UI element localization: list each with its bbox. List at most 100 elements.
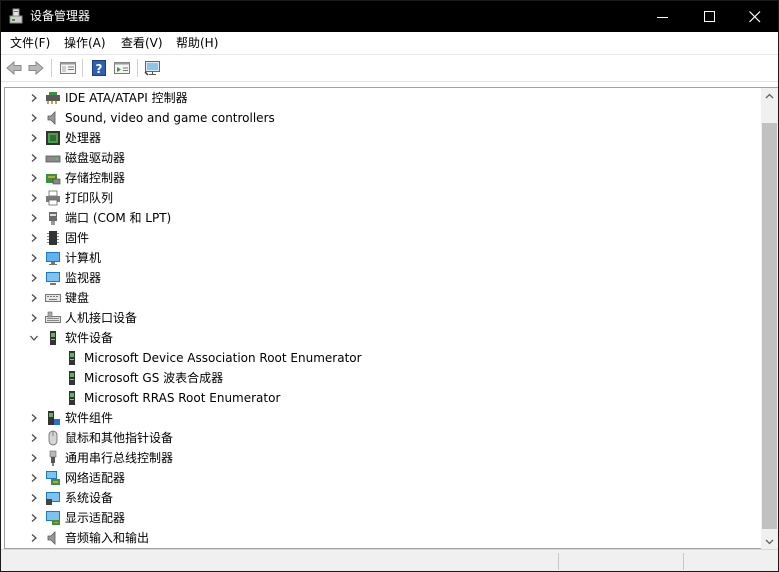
tree-item-firmware[interactable]: 固件 xyxy=(5,228,762,248)
tree-item-ide[interactable]: IDE ATA/ATAPI 控制器 xyxy=(5,88,762,108)
tree-item-audio-io[interactable]: 音频输入和输出 xyxy=(5,528,762,548)
chevron-right-icon[interactable] xyxy=(29,253,39,263)
chevron-up-icon xyxy=(765,93,774,99)
menu-view[interactable]: 查看(V) xyxy=(121,35,163,51)
audio-icon xyxy=(47,531,56,545)
tree-item-label: Microsoft RRAS Root Enumerator xyxy=(84,391,281,405)
mouse-icon xyxy=(48,430,58,446)
chevron-right-icon[interactable] xyxy=(29,513,39,523)
chevron-right-icon[interactable] xyxy=(29,313,39,323)
tree-item-label: Sound, video and game controllers xyxy=(65,111,275,125)
device-manager-icon xyxy=(8,8,24,24)
status-bar xyxy=(1,549,778,571)
chevron-right-icon[interactable] xyxy=(29,273,39,283)
tree-item-label: 端口 (COM 和 LPT) xyxy=(65,211,172,225)
tree-item-label: 固件 xyxy=(65,231,90,245)
window-title: 设备管理器 xyxy=(30,9,91,23)
back-button[interactable] xyxy=(5,59,23,77)
chevron-right-icon[interactable] xyxy=(29,433,39,443)
menu-help[interactable]: 帮助(H) xyxy=(176,35,218,51)
speaker-icon xyxy=(47,111,56,125)
chevron-right-icon[interactable] xyxy=(29,493,39,503)
disk-drive-icon xyxy=(45,155,61,163)
tree-item-label: 键盘 xyxy=(65,291,90,305)
tree-item-software-devices[interactable]: 软件设备 xyxy=(5,328,762,348)
minimize-icon xyxy=(657,17,668,18)
maximize-icon xyxy=(704,11,715,22)
update-driver-button[interactable] xyxy=(113,59,131,77)
chevron-right-icon[interactable] xyxy=(29,213,39,223)
chevron-right-icon[interactable] xyxy=(29,173,39,183)
computer-icon xyxy=(46,252,60,265)
tree-item-usb[interactable]: 通用串行总线控制器 xyxy=(5,448,762,468)
forward-arrow-icon xyxy=(28,60,44,76)
chevron-right-icon[interactable] xyxy=(29,293,39,303)
update-driver-icon xyxy=(114,62,130,74)
chevron-right-icon[interactable] xyxy=(29,113,39,123)
processor-icon xyxy=(46,131,60,145)
firmware-icon xyxy=(47,231,59,245)
properties-button[interactable] xyxy=(59,59,77,77)
tree-item-computer[interactable]: 计算机 xyxy=(5,248,762,268)
tree-item-keyboards[interactable]: 键盘 xyxy=(5,288,762,308)
hid-icon xyxy=(45,311,61,323)
tree-item-ports[interactable]: 端口 (COM 和 LPT) xyxy=(5,208,762,228)
display-adapter-icon xyxy=(46,511,60,525)
vertical-scrollbar[interactable] xyxy=(761,87,778,550)
tree-child-item[interactable]: Microsoft RRAS Root Enumerator xyxy=(5,388,762,408)
storage-controller-icon xyxy=(46,174,61,185)
close-button[interactable] xyxy=(732,1,778,32)
tree-item-label: 磁盘驱动器 xyxy=(65,151,126,165)
tree-item-software-components[interactable]: 软件组件 xyxy=(5,408,762,428)
menu-file[interactable]: 文件(F) xyxy=(10,35,50,51)
chevron-right-icon[interactable] xyxy=(29,413,39,423)
forward-button[interactable] xyxy=(27,59,45,77)
scroll-down-button[interactable] xyxy=(761,533,778,550)
ide-controller-icon xyxy=(46,92,60,104)
tree-item-disk-drives[interactable]: 磁盘驱动器 xyxy=(5,148,762,168)
help-icon: ? xyxy=(92,60,106,76)
tree-item-processor[interactable]: 处理器 xyxy=(5,128,762,148)
properties-icon xyxy=(60,62,76,74)
scroll-up-button[interactable] xyxy=(761,88,778,105)
chevron-right-icon[interactable] xyxy=(29,193,39,203)
tree-item-system-devices[interactable]: 系统设备 xyxy=(5,488,762,508)
menu-bar: 文件(F) 操作(A) 查看(V) 帮助(H) xyxy=(1,32,778,54)
help-button[interactable]: ? xyxy=(90,59,108,77)
svg-text:?: ? xyxy=(96,62,103,76)
chevron-right-icon[interactable] xyxy=(29,133,39,143)
tree-item-label: 系统设备 xyxy=(65,491,114,505)
menu-action[interactable]: 操作(A) xyxy=(64,35,106,51)
tree-item-storage-controllers[interactable]: 存储控制器 xyxy=(5,168,762,188)
chevron-down-icon[interactable] xyxy=(29,333,39,343)
chevron-right-icon[interactable] xyxy=(29,453,39,463)
chevron-right-icon[interactable] xyxy=(29,153,39,163)
port-icon xyxy=(49,212,57,225)
tree-item-monitors[interactable]: 监视器 xyxy=(5,268,762,288)
chevron-right-icon[interactable] xyxy=(29,233,39,243)
status-divider xyxy=(558,553,559,570)
tree-item-hid[interactable]: 人机接口设备 xyxy=(5,308,762,328)
tree-item-sound[interactable]: Sound, video and game controllers xyxy=(5,108,762,128)
tree-child-item[interactable]: Microsoft GS 波表合成器 xyxy=(5,368,762,388)
scan-hardware-button[interactable] xyxy=(144,59,162,77)
tree-item-network-adapters[interactable]: 网络适配器 xyxy=(5,468,762,488)
chevron-right-icon[interactable] xyxy=(29,93,39,103)
chevron-right-icon[interactable] xyxy=(29,533,39,543)
scroll-thumb[interactable] xyxy=(762,123,777,529)
tree-item-label: 计算机 xyxy=(65,251,102,265)
tree-item-label: 软件组件 xyxy=(65,411,114,425)
tree-child-item[interactable]: Microsoft Device Association Root Enumer… xyxy=(5,348,762,368)
tree-item-label: Microsoft GS 波表合成器 xyxy=(84,371,224,385)
keyboard-icon xyxy=(45,294,61,302)
title-bar: 设备管理器 xyxy=(1,1,778,32)
tree-item-print-queues[interactable]: 打印队列 xyxy=(5,188,762,208)
printer-icon xyxy=(46,190,60,206)
maximize-button[interactable] xyxy=(687,1,733,32)
tree-item-mice[interactable]: 鼠标和其他指针设备 xyxy=(5,428,762,448)
minimize-button[interactable] xyxy=(640,1,686,32)
toolbar-divider xyxy=(82,59,83,77)
tree-item-label: Microsoft Device Association Root Enumer… xyxy=(84,351,362,365)
chevron-right-icon[interactable] xyxy=(29,473,39,483)
tree-item-display-adapters[interactable]: 显示适配器 xyxy=(5,508,762,528)
